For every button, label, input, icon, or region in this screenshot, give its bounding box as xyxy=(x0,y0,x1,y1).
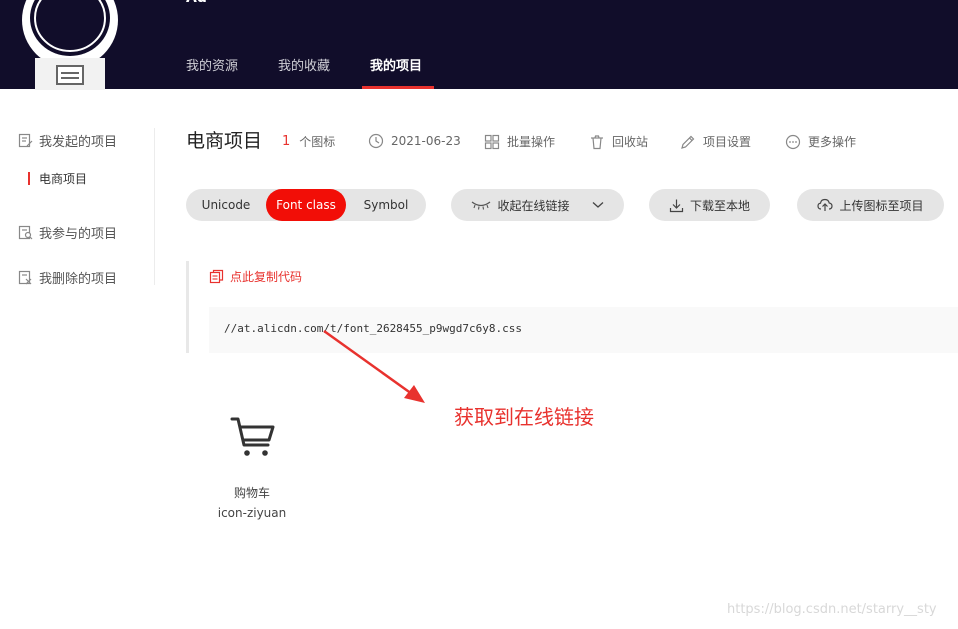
sidebar-item-label: 我删除的项目 xyxy=(39,272,118,287)
recycle-label: 回收站 xyxy=(612,135,649,149)
icon-count-label: 个图标 xyxy=(299,135,336,149)
download-button[interactable]: 下载至本地 xyxy=(649,189,770,221)
clock-icon xyxy=(368,133,384,149)
more-actions-button[interactable]: 更多操作 xyxy=(785,133,856,150)
batch-operation-button[interactable]: 批量操作 xyxy=(484,133,555,150)
copy-code-label: 点此复制代码 xyxy=(230,270,303,284)
download-icon xyxy=(669,199,684,212)
doc-edit-icon xyxy=(18,133,33,148)
tab-my-resources[interactable]: 我的资源 xyxy=(186,55,238,74)
tab-unicode[interactable]: Unicode xyxy=(186,189,266,221)
icon-count-number: 1 xyxy=(282,134,291,149)
shopping-cart-icon xyxy=(230,417,275,456)
active-indicator xyxy=(28,172,30,185)
active-tab-indicator xyxy=(362,86,434,89)
trash-icon xyxy=(591,134,603,149)
icon-count: 1 个图标 xyxy=(282,133,335,150)
sidebar-item-label: 我参与的项目 xyxy=(39,227,118,242)
doc-delete-icon xyxy=(18,270,32,285)
annotation-text: 获取到在线链接 xyxy=(454,405,594,429)
sidebar-item-participated[interactable]: 我参与的项目 xyxy=(18,223,117,242)
settings-label: 项目设置 xyxy=(703,135,752,149)
upload-label: 上传图标至项目 xyxy=(839,198,924,213)
icon-card[interactable]: 购物车 icon-ziyuan xyxy=(212,405,292,530)
tab-symbol[interactable]: Symbol xyxy=(346,189,426,221)
closed-eye-icon xyxy=(472,201,491,210)
sidebar-item-label: 我发起的项目 xyxy=(39,135,118,150)
format-tabs: Unicode Font class Symbol xyxy=(186,189,426,221)
user-name: Ad xyxy=(186,0,207,6)
batch-label: 批量操作 xyxy=(507,135,556,149)
more-label: 更多操作 xyxy=(808,135,857,149)
recycle-bin-button[interactable]: 回收站 xyxy=(589,133,648,150)
collapse-link-label: 收起在线链接 xyxy=(497,198,570,213)
code-block-border xyxy=(186,261,189,353)
grid-icon xyxy=(484,134,500,149)
project-settings-button[interactable]: 项目设置 xyxy=(680,133,751,150)
watermark: https://blog.csdn.net/starry__sty xyxy=(727,602,937,617)
css-link-url[interactable]: //at.alicdn.com/t/font_2628455_p9wgd7c6y… xyxy=(224,322,522,335)
tab-my-favorites[interactable]: 我的收藏 xyxy=(278,55,330,74)
sidebar-item-initiated[interactable]: 我发起的项目 xyxy=(18,131,117,150)
date-label: 2021-06-23 xyxy=(391,134,461,148)
page-title: 电商项目 xyxy=(186,130,263,152)
project-date: 2021-06-23 xyxy=(368,133,461,149)
tab-my-projects[interactable]: 我的项目 xyxy=(370,55,422,74)
sidebar-subitem-ecommerce[interactable]: 电商项目 xyxy=(28,170,87,187)
copy-icon xyxy=(209,269,224,284)
icon-name: 购物车 xyxy=(233,486,270,500)
icon-class-name: icon-ziyuan xyxy=(217,506,287,520)
sidebar-divider xyxy=(154,128,155,285)
pencil-icon xyxy=(681,135,695,149)
sidebar-item-deleted[interactable]: 我删除的项目 xyxy=(18,268,117,287)
upload-button[interactable]: 上传图标至项目 xyxy=(797,189,944,221)
avatar[interactable] xyxy=(17,0,123,90)
chevron-down-icon xyxy=(592,202,603,208)
sidebar-subitem-label: 电商项目 xyxy=(39,172,88,186)
copy-code-link[interactable]: 点此复制代码 xyxy=(209,268,302,285)
download-label: 下载至本地 xyxy=(689,198,750,213)
more-icon xyxy=(785,134,801,149)
cloud-upload-icon xyxy=(817,198,834,211)
top-header: Ad 我的资源 我的收藏 我的项目 xyxy=(0,0,958,90)
collapse-link-button[interactable]: 收起在线链接 xyxy=(451,189,624,221)
tab-font-class[interactable]: Font class xyxy=(266,189,346,221)
doc-search-icon xyxy=(18,225,33,240)
